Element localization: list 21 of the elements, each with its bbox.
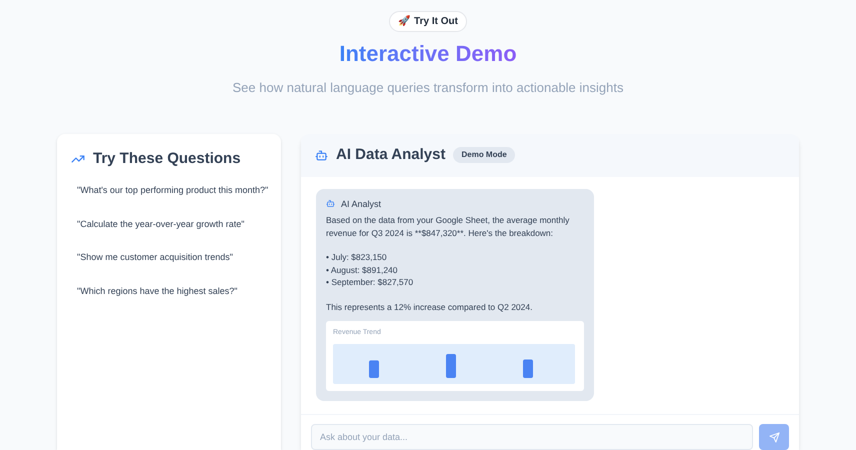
message-text: This represents a 12% increase compared to Q2 2024.: [326, 300, 534, 313]
badge-label: Try It Out: [414, 15, 458, 29]
message-text: Based on the data from your Google Sheet, the average monthly revenue for Q3 2024 is **$847,320**. Here's the breakdown:: [326, 214, 570, 239]
demo-mode-badge: Demo Mode: [453, 147, 515, 163]
page-subtitle: See how natural language queries transform into actionable insights: [232, 79, 624, 97]
send-button[interactable]: [759, 424, 789, 450]
chat-title: AI Data Analyst: [336, 144, 446, 165]
chat-input[interactable]: Ask about your data...: [311, 424, 753, 450]
rocket-icon: 🚀: [398, 14, 410, 29]
question-item[interactable]: "Which regions have the highest sales?": [71, 282, 244, 300]
sender-name: AI Analyst: [341, 198, 382, 210]
breakdown-item: • July: $823,150: [326, 251, 388, 264]
question-item[interactable]: "Calculate the year-over-year growth rate": [71, 216, 250, 233]
robot-icon: [326, 199, 335, 208]
robot-icon: [315, 148, 328, 162]
breakdown-item: • September: $827,570: [326, 276, 414, 288]
question-item[interactable]: "What's our top performing product this month?": [71, 182, 274, 200]
breakdown-item: • August: $891,240: [326, 264, 399, 276]
panel-title: Try These Questions: [93, 148, 241, 168]
question-item[interactable]: "Show me customer acquisition trends": [71, 249, 239, 266]
send-icon: [768, 432, 780, 442]
